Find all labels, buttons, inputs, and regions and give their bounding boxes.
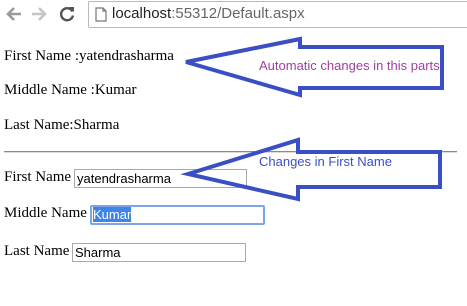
- annotation-arrows: [180, 36, 444, 202]
- automatic-changes-note: Automatic changes in this parts: [259, 58, 440, 73]
- first-name-changes-arrow: [180, 137, 442, 202]
- first-name-changes-note: Changes in First Name: [259, 154, 392, 169]
